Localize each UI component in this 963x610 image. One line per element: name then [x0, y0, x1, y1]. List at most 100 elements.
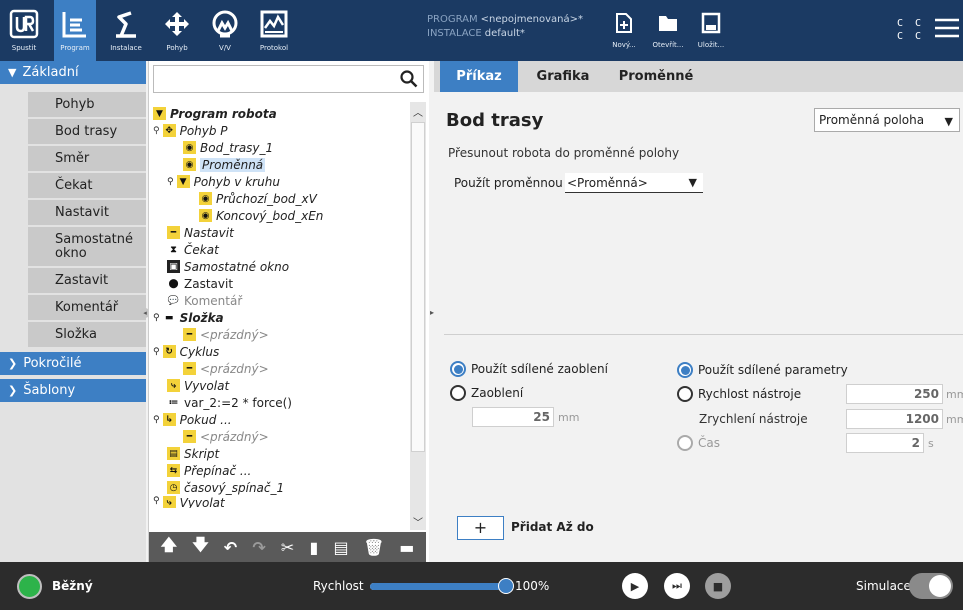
- variable-select[interactable]: <Proměnná> ▼: [565, 173, 703, 193]
- sidebar-item-move[interactable]: Pohyb: [28, 92, 146, 118]
- tree-node-script[interactable]: ▤ Skript: [167, 445, 219, 462]
- detail-tabs: Příkaz Grafika Proměnné: [434, 61, 963, 92]
- speed-value: 100%: [515, 579, 550, 593]
- move-down-icon[interactable]: 🡇: [192, 534, 208, 561]
- tree-node-timer[interactable]: ◷ časový_spínač_1: [167, 479, 284, 496]
- tree-node-label: Čekat: [184, 242, 219, 257]
- tab-label: Grafika: [536, 69, 590, 84]
- tree-node-via-point[interactable]: ◉ Průchozí_bod_xV: [199, 190, 317, 207]
- tree-node-assignment[interactable]: ≔ var_2:=2 * force(): [167, 394, 292, 411]
- empty-icon: ━: [183, 362, 196, 375]
- cut-icon[interactable]: ✂: [281, 538, 294, 557]
- sidebar-item-set[interactable]: Nastavit: [28, 200, 146, 226]
- sidebar-item-direction[interactable]: Směr: [28, 146, 146, 172]
- hamburger-menu-icon[interactable]: [935, 17, 959, 43]
- nav-io-label: V/V: [219, 44, 231, 52]
- tree-node-end-point[interactable]: ◉ Koncový_bod_xEn: [199, 207, 323, 224]
- program-info: PROGRAM <nepojmenovaná>* INSTALACE default…: [427, 13, 583, 41]
- search-icon[interactable]: [400, 70, 418, 92]
- tree-node-movep[interactable]: ⚲ ✥ Pohyb P: [153, 122, 228, 139]
- step-button[interactable]: ⏭: [664, 573, 690, 599]
- tree-search-input[interactable]: [153, 65, 424, 93]
- position-type-select[interactable]: Proměnná poloha ▼: [814, 108, 960, 132]
- sidebar-item-label: Bod trasy: [55, 123, 118, 139]
- tree-node-robot-program[interactable]: ▼ Program robota: [153, 105, 277, 122]
- radio-tool-speed[interactable]: Rychlost nástroje: [677, 386, 801, 402]
- new-program-button[interactable]: Nový...: [604, 12, 644, 49]
- tree-node-label: <prázdný>: [200, 361, 269, 376]
- save-program-button[interactable]: Uložit...: [691, 12, 731, 49]
- nav-log[interactable]: Protokol: [252, 0, 296, 61]
- sidebar-item-popup[interactable]: Samostatné okno: [28, 227, 146, 267]
- delete-icon[interactable]: 🗑: [364, 538, 384, 557]
- add-until-button[interactable]: +: [457, 516, 504, 540]
- radio-blend[interactable]: Zaoblení: [450, 385, 523, 401]
- scroll-up-icon[interactable]: ︿: [410, 104, 426, 119]
- tree-node-empty-3[interactable]: ━ <prázdný>: [183, 428, 269, 445]
- installation-key: INSTALACE: [427, 28, 482, 39]
- open-program-button[interactable]: Otevřít...: [648, 12, 688, 49]
- tree-node-set[interactable]: ━ Nastavit: [167, 224, 234, 241]
- nav-move-label: Pohyb: [166, 44, 188, 52]
- scroll-down-icon[interactable]: ﹀: [410, 514, 426, 529]
- sidebar-item-halt[interactable]: Zastavit: [28, 268, 146, 294]
- sidebar-item-label: Nastavit: [55, 204, 109, 220]
- tool-acceleration-input[interactable]: 1200: [846, 409, 943, 429]
- control-status[interactable]: C C C C: [897, 17, 924, 43]
- simulation-toggle[interactable]: [909, 573, 953, 599]
- tree-node-wait[interactable]: ⧗ Čekat: [167, 241, 219, 258]
- category-basic[interactable]: ▼ Základní: [0, 61, 146, 84]
- tree-node-comment[interactable]: 💬 Komentář: [167, 292, 242, 309]
- tab-graphics[interactable]: Grafika: [524, 61, 602, 92]
- radio-shared-blend[interactable]: Použít sdílené zaoblení: [450, 361, 608, 377]
- tree-node-if[interactable]: ⚲ ↳ Pokud ...: [153, 411, 232, 428]
- tree-node-empty-1[interactable]: ━ <prázdný>: [183, 326, 269, 343]
- tree-node-call[interactable]: ⤷ Vyvolat: [167, 377, 229, 394]
- tree-node-folder[interactable]: ⚲ ▬ Složka: [153, 309, 224, 326]
- sidebar-item-comment[interactable]: Komentář: [28, 295, 146, 321]
- save-label: Uložit...: [697, 41, 725, 49]
- tree-node-variable-waypoint[interactable]: ◉ Proměnná: [183, 156, 266, 173]
- tab-command[interactable]: Příkaz: [440, 61, 518, 92]
- tool-speed-input[interactable]: 250: [846, 384, 943, 404]
- tree-node-call-2[interactable]: ⚲ ⤷ Vyvolat: [153, 496, 225, 508]
- redo-icon[interactable]: ↷: [252, 538, 265, 557]
- speed-slider[interactable]: [370, 583, 510, 590]
- tree-node-label: Program robota: [170, 106, 277, 121]
- suppress-icon[interactable]: ▬: [399, 538, 414, 557]
- radio-time[interactable]: Čas: [677, 435, 720, 451]
- tree-node-halt[interactable]: ⬤ Zastavit: [167, 275, 233, 292]
- tab-variables[interactable]: Proměnné: [610, 61, 702, 92]
- sidebar-item-waypoint[interactable]: Bod trasy: [28, 119, 146, 145]
- category-advanced[interactable]: ❯ Pokročilé: [0, 352, 146, 375]
- tree-node-loop[interactable]: ⚲ ↻ Cyklus: [153, 343, 219, 360]
- stop-button[interactable]: ■: [705, 573, 731, 599]
- sidebar-item-folder[interactable]: Složka: [28, 322, 146, 348]
- tree-scrollbar[interactable]: ︿ ﹀: [410, 102, 426, 530]
- tree-node-waypoint-1[interactable]: ◉ Bod_trasy_1: [183, 139, 273, 156]
- category-templates[interactable]: ❯ Šablony: [0, 379, 146, 402]
- nav-move[interactable]: Pohyb: [156, 0, 198, 61]
- tree-node-label: Zastavit: [184, 276, 234, 291]
- nav-program[interactable]: Program: [54, 0, 96, 61]
- tree-node-label: Koncový_bod_xEn: [216, 208, 324, 223]
- nav-run[interactable]: Spustit: [0, 0, 48, 61]
- play-button[interactable]: ▶: [622, 573, 648, 599]
- tree-node-empty-2[interactable]: ━ <prázdný>: [183, 360, 269, 377]
- undo-icon[interactable]: ↶: [224, 538, 237, 557]
- move-up-icon[interactable]: 🡅: [161, 534, 177, 561]
- time-input[interactable]: 2: [846, 433, 924, 453]
- nav-io[interactable]: V/V: [204, 0, 246, 61]
- nav-installation[interactable]: Instalace: [102, 0, 150, 61]
- radio-shared-parameters[interactable]: Použít sdílené parametry: [677, 362, 848, 378]
- tree-node-switch[interactable]: ⇆ Přepínač ...: [167, 462, 251, 479]
- scrollbar-thumb[interactable]: [411, 122, 425, 452]
- sidebar-item-wait[interactable]: Čekat: [28, 173, 146, 199]
- speed-slider-handle[interactable]: [498, 578, 514, 594]
- copy-icon[interactable]: ▮: [309, 538, 318, 557]
- paste-icon[interactable]: ▤: [333, 538, 348, 557]
- robot-status-indicator[interactable]: [17, 574, 42, 599]
- tree-node-popup[interactable]: ▣ Samostatné okno: [167, 258, 289, 275]
- tree-node-movec[interactable]: ⚲ ▼ Pohyb v kruhu: [167, 173, 280, 190]
- blend-radius-input[interactable]: 25: [472, 407, 554, 427]
